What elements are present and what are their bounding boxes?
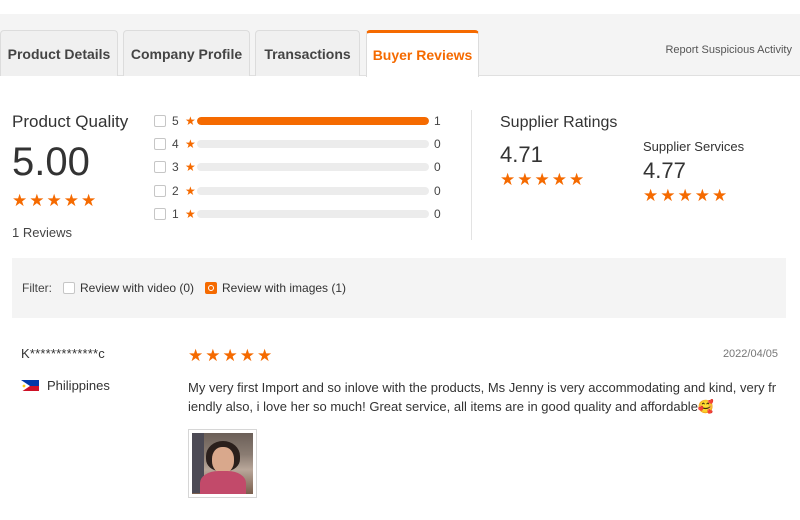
- rating-bar-track: [197, 117, 429, 125]
- supplier-services-title: Supplier Services: [643, 139, 745, 154]
- review-date: 2022/04/05: [722, 348, 778, 360]
- star-icon: ★: [551, 170, 567, 189]
- rating-row-4[interactable]: 4 ★ 0: [154, 136, 441, 152]
- rating-count: 0: [434, 207, 441, 221]
- filter-video-checkbox[interactable]: [63, 282, 75, 294]
- star-icon: ★: [694, 186, 710, 205]
- tab-company-profile[interactable]: Company Profile: [123, 30, 250, 76]
- star-icon: ★: [185, 160, 196, 174]
- star-icon: ★: [677, 186, 693, 205]
- rating-bar-fill: [197, 117, 429, 125]
- review-count: 1 Reviews: [12, 225, 72, 240]
- rating-star-number: 4: [172, 137, 179, 151]
- supplier-ratings-stars: ★ ★ ★ ★ ★: [500, 171, 584, 188]
- rating-bar-track: [197, 163, 429, 171]
- star-icon: ★: [534, 170, 550, 189]
- product-quality-score: 5.00: [12, 140, 90, 184]
- tab-transactions[interactable]: Transactions: [255, 30, 360, 76]
- star-icon: ★: [569, 170, 585, 189]
- star-icon: ★: [660, 186, 676, 205]
- rating-bar-track: [197, 210, 429, 218]
- rating-count: 0: [434, 184, 441, 198]
- filter-images-option[interactable]: Review with images (1): [205, 281, 346, 295]
- supplier-ratings-title: Supplier Ratings: [500, 114, 618, 131]
- star-icon: ★: [257, 346, 273, 365]
- star-icon: ★: [712, 186, 728, 205]
- star-icon: ★: [517, 170, 533, 189]
- report-suspicious-activity-link[interactable]: Report Suspicious Activity: [665, 44, 792, 56]
- star-icon: ★: [185, 184, 196, 198]
- filter-video-option[interactable]: Review with video (0): [63, 281, 194, 295]
- rating-filter-checkbox[interactable]: [154, 115, 166, 127]
- star-icon: ★: [239, 346, 255, 365]
- rating-star-number: 1: [172, 207, 179, 221]
- star-icon: ★: [643, 186, 659, 205]
- rating-filter-checkbox[interactable]: [154, 185, 166, 197]
- star-icon: ★: [12, 191, 28, 210]
- rating-filter-checkbox[interactable]: [154, 138, 166, 150]
- product-quality-stars: ★ ★ ★ ★ ★: [12, 192, 96, 209]
- rating-star-number: 5: [172, 114, 179, 128]
- rating-star-number: 3: [172, 160, 179, 174]
- review-text: My very first Import and so inlove with …: [188, 380, 777, 414]
- philippines-flag-icon: [21, 379, 39, 391]
- tab-bar: Product Details Company Profile Transact…: [0, 14, 800, 77]
- product-quality-title: Product Quality: [12, 112, 129, 131]
- top-strip: [0, 0, 800, 14]
- rating-row-3[interactable]: 3 ★ 0: [154, 159, 441, 175]
- filter-images-checkbox[interactable]: [205, 282, 217, 294]
- rating-count: 0: [434, 137, 441, 151]
- star-icon: ★: [63, 191, 79, 210]
- rating-row-5[interactable]: 5 ★ 1: [154, 113, 441, 129]
- rating-bar-track: [197, 140, 429, 148]
- tab-product-details[interactable]: Product Details: [0, 30, 118, 76]
- review-stars: ★ ★ ★ ★ ★: [188, 347, 272, 364]
- supplier-services-score: 4.77: [643, 158, 686, 183]
- star-icon: ★: [81, 191, 97, 210]
- rating-filter-checkbox[interactable]: [154, 161, 166, 173]
- review-photo: [192, 433, 253, 494]
- filter-label: Filter:: [22, 281, 52, 295]
- star-icon: ★: [46, 191, 62, 210]
- filter-video-label: Review with video (0): [80, 281, 195, 295]
- star-icon: ★: [500, 170, 516, 189]
- star-icon: ★: [29, 191, 45, 210]
- supplier-services-stars: ★ ★ ★ ★ ★: [643, 187, 727, 204]
- reviewer-name: K*************c: [21, 346, 105, 361]
- rating-star-number: 2: [172, 184, 179, 198]
- tab-buyer-reviews[interactable]: Buyer Reviews: [366, 30, 479, 77]
- star-icon: ★: [222, 346, 238, 365]
- section-divider: [471, 110, 472, 240]
- rating-row-1[interactable]: 1 ★ 0: [154, 206, 441, 222]
- rating-bar-track: [197, 187, 429, 195]
- filter-bar: Filter: Review with video (0) Review wit…: [12, 258, 786, 318]
- star-icon: ★: [205, 346, 221, 365]
- rating-count: 0: [434, 160, 441, 174]
- rating-row-2[interactable]: 2 ★ 0: [154, 183, 441, 199]
- check-icon: [208, 285, 214, 291]
- filter-images-label: Review with images (1): [222, 281, 347, 295]
- review-image-thumbnail[interactable]: [188, 429, 257, 498]
- rating-filter-checkbox[interactable]: [154, 208, 166, 220]
- star-icon: ★: [185, 207, 196, 221]
- star-icon: ★: [185, 137, 196, 151]
- star-icon: ★: [188, 346, 204, 365]
- star-icon: ★: [185, 114, 196, 128]
- reviewer-country: Philippines: [47, 378, 110, 393]
- rating-count: 1: [434, 114, 441, 128]
- supplier-ratings-score: 4.71: [500, 142, 543, 167]
